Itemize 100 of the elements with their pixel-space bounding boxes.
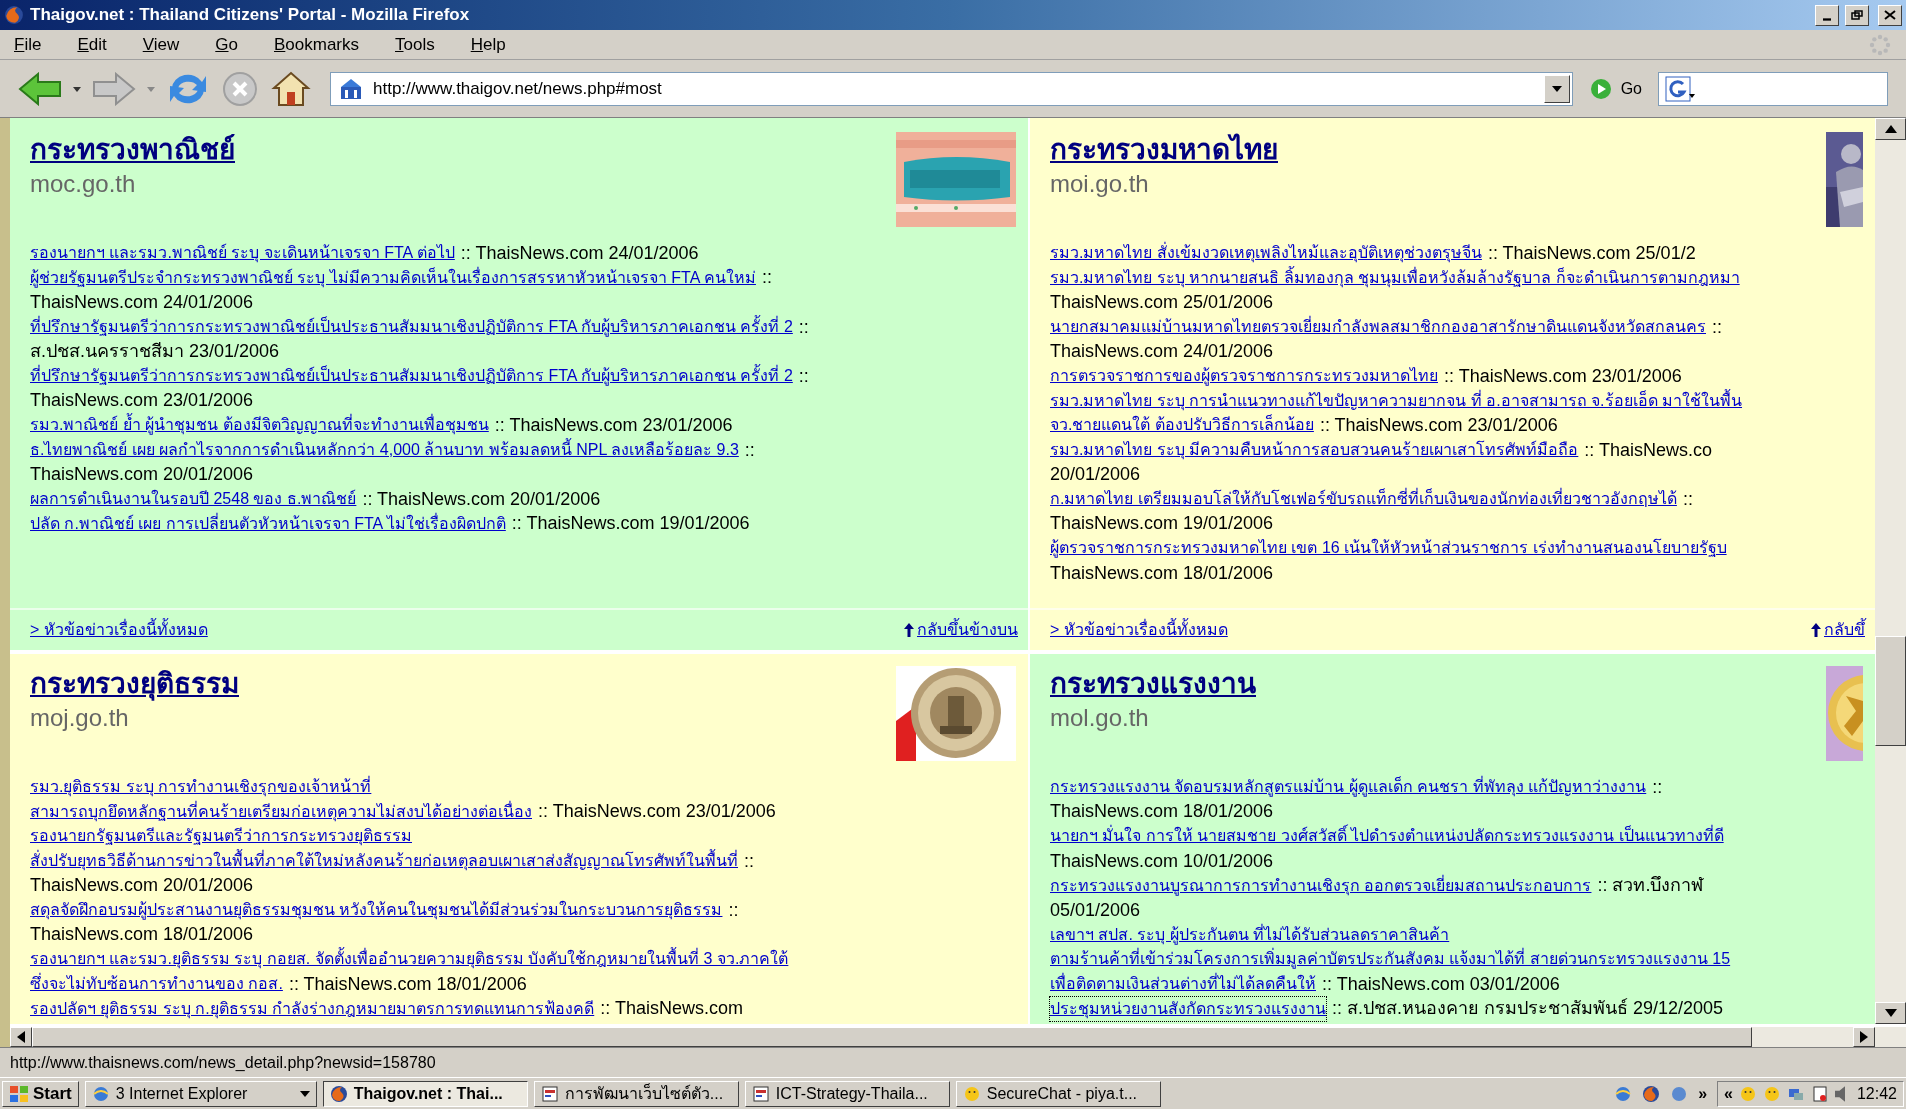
ministry-heading-link[interactable]: กระทรวงมหาดไทย [1050,132,1278,168]
back-to-top-link[interactable]: กลับขึ้นข้างบน [917,618,1018,642]
caret-icon [299,1090,310,1097]
news-source: :: [761,266,772,290]
taskbar-button[interactable]: การพัฒนาเว็บไซต์ตัว... [533,1080,739,1107]
news-link[interactable]: ที่ปรึกษารัฐมนตรีว่าการกระทรวงพาณิชย์เป็นประธานสัมมนาเชิงปฏิบัติการ FTA กับผู้บริหารภาคเอกชน ครั้งที่ 2 [30,364,793,389]
news-link[interactable]: กระทรวงแรงงานบูรณาการการทำงานเชิงรุก ออกตรวจเยี่ยมสถานประกอบการ [1050,873,1592,898]
news-link[interactable]: รมว.มหาดไทย ระบุ การนำแนวทางแก้ไขปัญหาความยากจน ที่ อ.อาจสามารถ จ.ร้อยเอ็ด มาใช้ในพื้น [1050,388,1742,413]
news-link[interactable]: รองนายกฯ และรมว.ยุติธรรม ระบุ กอยส. จัดตั้งเพื่ออำนวยความยุติธรรม บังคับใช้กฎหมายในพื้นที่ 3 จว.ภาคใต้ [30,947,789,972]
ministry-heading-link[interactable]: กระทรวงพาณิชย์ [30,132,235,168]
throbber-icon [1868,32,1892,57]
back-to-top-link[interactable]: กลับขึ้ [1824,618,1865,642]
taskbar-button[interactable]: ICT-Strategy-Thaila... [744,1080,950,1107]
domain-text: moi.go.th [1050,169,1150,199]
news-link[interactable]: รมว.มหาดไทย สั่งเข้มงวดเหตุเพลิงไหม้และอุบัติเหตุช่วงตรุษจีน [1050,241,1482,266]
taskbar-button[interactable]: Thaigov.net : Thai... [322,1080,528,1107]
document-icon [540,1084,559,1103]
news-link[interactable]: จว.ชายแดนใต้ ต้องปรับวิธีการเล็กน้อย [1050,413,1314,438]
news-source: :: ThaisNews.co [1584,438,1713,462]
news-source: ส.ปชส.นครราชสีมา 23/01/2006 [30,340,280,364]
news-source: :: [728,898,739,922]
news-link[interactable]: ประชุมหน่วยงานสังกัดกระทรวงแรงงาน [1050,996,1326,1021]
menu-item[interactable]: Go [215,31,238,58]
down-arrow-icon[interactable] [1884,1009,1897,1017]
news-link[interactable]: รมว.มหาดไทย ระบุ มีความคืบหน้าการสอบสวนคนร้ายเผาเสาโทรศัพท์มือถือ [1050,438,1579,463]
news-link[interactable]: ตามร้านค้าที่เข้าร่วมโครงการเพิ่มมูลค่าบัตรประกันสังคม แจ้งมาได้ที่ สายด่วนกระทรวงแรงงาน 15 [1050,947,1731,972]
vertical-scrollbar[interactable] [1875,118,1906,1024]
go-button[interactable]: Go [1582,76,1648,101]
ministry-heading-link[interactable]: กระทรวงแรงงาน [1050,666,1256,702]
menu-item[interactable]: View [142,31,180,58]
news-link[interactable]: ก.มหาดไทย เตรียมมอบโล่ให้กับโชเฟอร์ขับรถแท็กซี่ที่เก็บเงินของนักท่องเที่ยวชาวอังกฤษได้ [1050,487,1677,512]
news-link[interactable]: สามารถบุกยึดหลักฐานที่คนร้ายเตรียมก่อเหตุความไม่สงบได้อย่างต่อเนื่อง [30,799,532,824]
smiley-icon [1738,1084,1757,1103]
news-source: :: ThaisNews.com 23/01/2006 [1319,413,1558,437]
firefox-icon [329,1084,348,1103]
menu-item[interactable]: Tools [395,31,435,58]
menu-item[interactable]: Bookmarks [274,31,359,58]
news-source: :: ThaisNews.com 23/01/2006 [494,413,733,437]
news-source: :: สวท.บึงกาฬ [1597,874,1704,898]
left-arrow-icon[interactable] [17,1031,25,1043]
news-source: :: ThaisNews.com 20/01/2006 [362,487,601,511]
maximize-icon [1851,10,1863,20]
news-source: :: ส.ปชส.หนองคาย กรมประชาสัมพันธ์ 29/12/2005 [1332,997,1724,1021]
start-button[interactable]: Start [2,1080,79,1107]
news-source: ThaisNews.com 18/01/2006 [30,923,254,947]
address-field[interactable]: http://www.thaigov.net/news.php#most [330,71,1573,106]
all-news-link[interactable]: > หัวข้อข่าวเรื่องนี้ทั้งหมด [30,618,208,642]
url-text: http://www.thaigov.net/news.php#most [373,77,663,100]
news-source: :: ThaisNews.com 18/01/2006 [288,972,527,996]
minimize-button[interactable] [1815,4,1839,26]
status-text: http://www.thaisnews.com/news_detail.php?newsid=158780 [10,1052,436,1073]
news-link[interactable]: สั่งปรับยุทธวิธีด้านการข่าวในพื้นที่ภาคใต้ใหม่หลังคนร้ายก่อเหตุลอบเผาเสาส่งสัญญาณโทรศัพท์ในพื้นที่ [30,849,738,874]
news-link[interactable]: ผลการดำเนินงานในรอบปี 2548 ของ ธ.พาณิชย์ [30,487,357,512]
news-link[interactable]: ผู้ช่วยรัฐมนตรีประจำกระทรวงพาณิชย์ ระบุ ไม่มีความคิดเห็นในเรื่องการสรรหาหัวหน้าเจรจา FTA คนใหม่ [30,265,756,290]
news-link[interactable]: ธ.ไทยพาณิชย์ เผย ผลกำไรจากการดำเนินหลักกว่า 4,000 ล้านบาท พร้อมลดหนี้ NPL ลงเหลือร้อยละ 9.3 [30,438,739,463]
news-link[interactable]: รองนายกฯ และรมว.พาณิชย์ ระบุ จะเดินหน้าเจรจา FTA ต่อไป [30,241,455,266]
news-link[interactable]: ซึ่งจะไม่ทับซ้อนการทำงานของ กอส. [30,972,283,997]
news-link[interactable]: นายกฯ มั่นใจ การให้ นายสมชาย วงศ์สวัสดิ์ ไปดำรงตำแหน่งปลัดกระทรวงแรงงาน เป็นแนวทางที่ดี [1050,824,1724,849]
news-source: :: ThaisNews.com 19/01/2006 [511,512,750,536]
history-dropdown-button[interactable] [1543,74,1570,103]
news-source: :: [744,438,755,462]
back-arrow-icon[interactable] [18,71,62,106]
smiley-icon [1762,1084,1781,1103]
news-link[interactable]: รองนายกรัฐมนตรีและรัฐมนตรีว่าการกระทรวงยุติธรรม [30,824,412,849]
news-link[interactable]: เพื่อติดตามเงินส่วนต่างที่ไม่ได้ลดคืนให้ [1050,972,1316,997]
menu-item[interactable]: Help [470,31,506,58]
all-news-link[interactable]: > หัวข้อข่าวเรื่องนี้ทั้งหมด [1050,618,1228,642]
more-chevron[interactable]: » [1698,1081,1708,1106]
news-link[interactable]: นายกสมาคมแม่บ้านมหาดไทยตรวจเยี่ยมกำลังพลสมาชิกกองอาสารักษาดินแดนจังหวัดสกลนคร [1050,315,1706,340]
up-arrow-icon[interactable] [1884,125,1897,133]
news-link[interactable]: การตรวจราชการของผู้ตรวจราชการกระทรวงมหาดไทย [1050,364,1438,389]
news-link[interactable]: ที่ปรึกษารัฐมนตรีว่าการกระทรวงพาณิชย์เป็นประธานสัมมนาเชิงปฏิบัติการ FTA กับผู้บริหารภาคเอกชน ครั้งที่ 2 [30,315,793,340]
news-link[interactable]: รมว.มหาดไทย ระบุ หากนายสนธิ ลิ้มทองกุล ชุมนุมเพื่อหวังล้มล้างรัฐบาล ก็จะดำเนินการตามกฎหมา [1050,265,1740,290]
news-source: ThaisNews.com 23/01/2006 [30,389,254,413]
scrollbar-thumb[interactable] [1875,636,1906,746]
news-link[interactable]: รมว.พาณิชย์ ย้ำ ผู้นำชุมชน ต้องมีจิตวิญญาณที่จะทำงานเพื่อชุมชน [30,413,489,438]
close-button[interactable] [1878,4,1902,26]
news-link[interactable]: รองปลัดฯ ยุติธรรม ระบุ ก.ยุติธรรม กำลังร่างกฎหมายมาตรการทดแทนการฟ้องคดี [30,996,595,1021]
up-arrow-icon [903,622,915,638]
news-source: :: [1652,775,1663,799]
news-source: :: [798,315,809,339]
search-field[interactable] [1658,71,1888,106]
news-link[interactable]: สดุลจัดฝึกอบรมผู้ประสานงานยุติธรรมชุมชน หวังให้คนในชุมชนได้มีส่วนร่วมในกระบวนการยุติธรรม [30,898,723,923]
news-source: ThaisNews.com 20/01/2006 [30,463,254,487]
news-link[interactable]: ปลัด ก.พาณิชย์ เผย การเปลี่ยนตัวหัวหน้าเจรจา FTA ไม่ใช่เรื่องผิดปกติ [30,511,506,536]
news-link[interactable]: กระทรวงแรงงาน จัดอบรมหลักสูตรแม่บ้าน ผู้ดูแลเด็ก คนชรา ที่พัทลุง แก้ปัญหาว่างงาน [1050,775,1647,800]
news-source: 20/01/2006 [1050,463,1141,487]
right-arrow-icon[interactable] [1860,1031,1868,1043]
domain-text: moj.go.th [30,703,130,733]
taskbar-button[interactable]: 3 Internet Explorer [84,1080,317,1107]
news-link[interactable]: รมว.ยุติธรรม ระบุ การทำงานเชิงรุกของเจ้าหน้าที่ [30,775,372,800]
taskbar-button[interactable]: SecureChat - piya.t... [955,1080,1161,1107]
news-link[interactable]: เลขาฯ สปส. ระบุ ผู้ประกันตน ที่ไม่ได้รับส่วนลดราคาสินค้า [1050,922,1450,947]
news-link[interactable]: ผู้ตรวจราชการกระทรวงมหาดไทย เขต 16 เน้นให้หัวหน้าส่วนราชการ เร่งทำงานสนองนโยบายรัฐบ [1050,536,1727,561]
menu-item[interactable]: Edit [77,31,107,58]
ministry-heading-link[interactable]: กระทรวงยุติธรรม [30,666,239,702]
window-title: Thaigov.net : Thailand Citizens' Portal - Mozilla Firefox [30,4,471,27]
expand-tray-chevron[interactable]: « [1724,1081,1733,1106]
maximize-button[interactable] [1845,4,1869,26]
menu-item[interactable]: File [14,31,42,58]
